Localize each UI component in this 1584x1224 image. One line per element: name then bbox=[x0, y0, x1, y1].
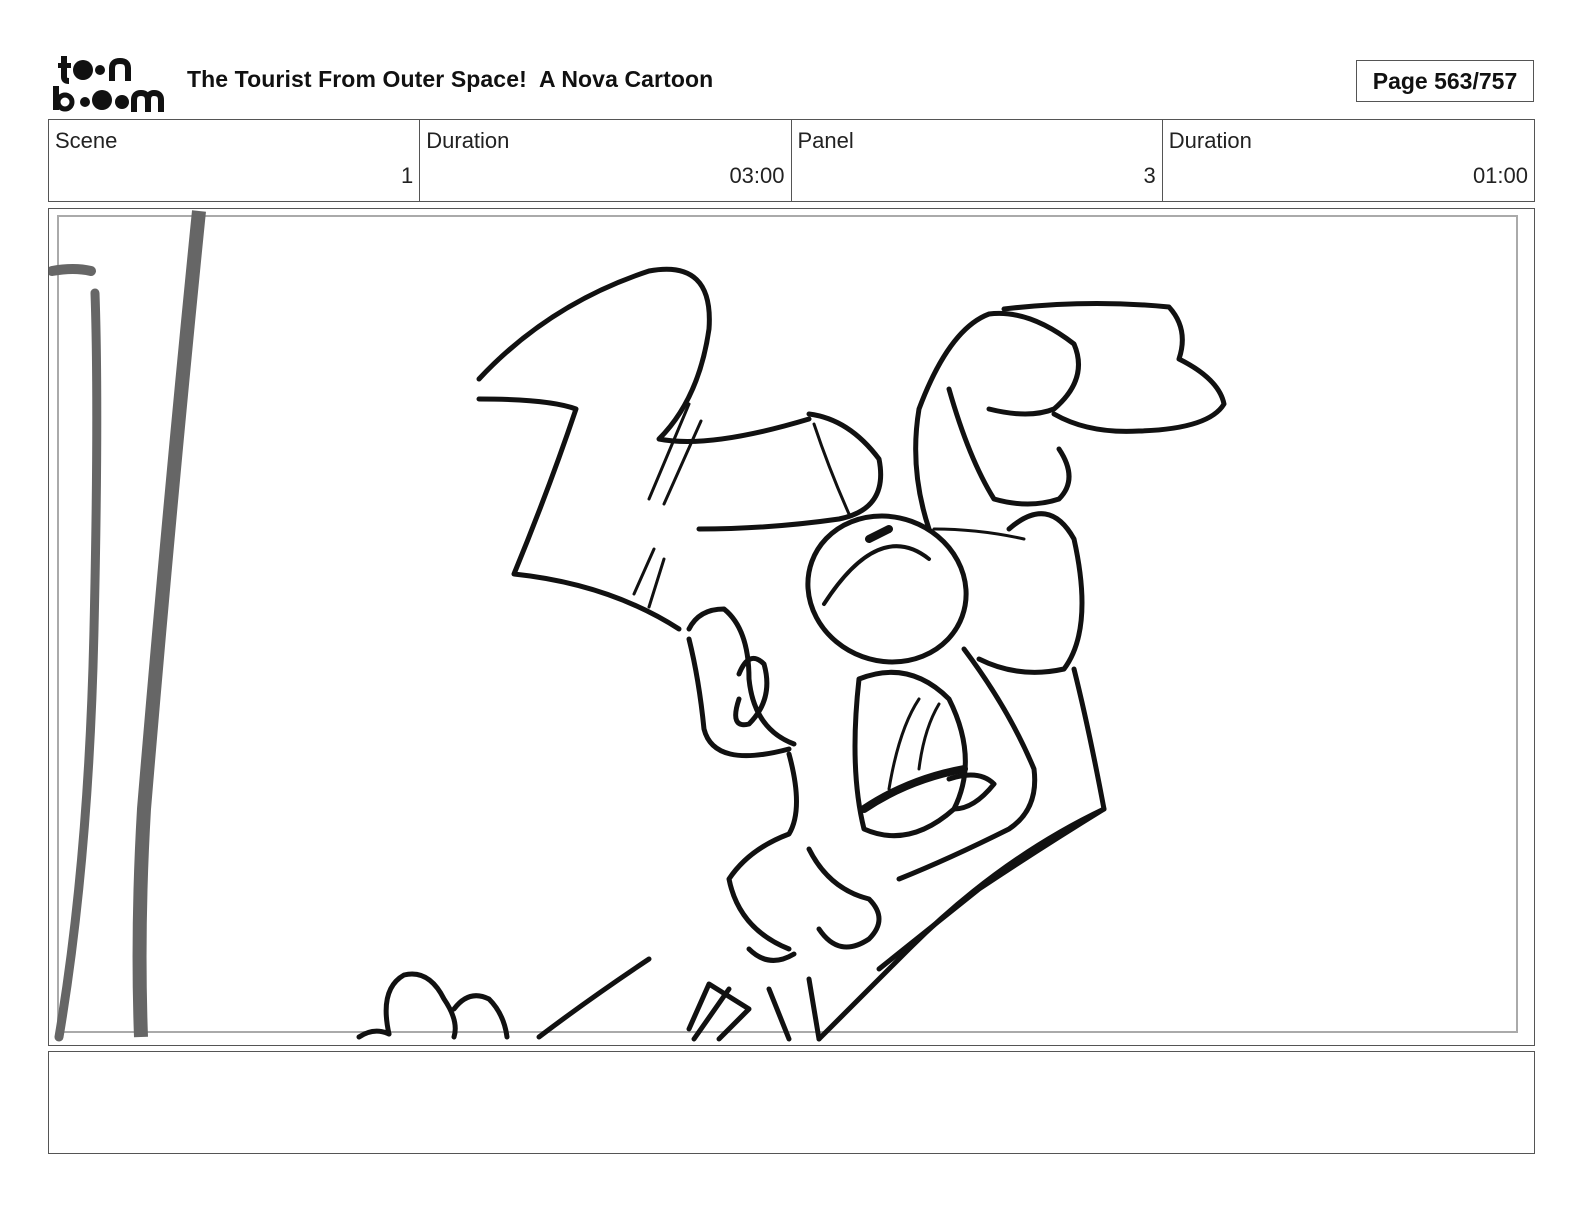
page-indicator: Page 563/757 bbox=[1356, 60, 1534, 102]
toon-boom-logo bbox=[50, 50, 165, 114]
scene-value: 1 bbox=[401, 163, 414, 188]
panel-drawing bbox=[49, 210, 1518, 1042]
scene-cell: Scene 1 bbox=[49, 120, 421, 201]
panel-value: 3 bbox=[1143, 163, 1156, 188]
document-title: The Tourist From Outer Space! A Nova Car… bbox=[187, 66, 714, 92]
panel-notes-box bbox=[48, 1051, 1535, 1154]
scene-duration-value: 03:00 bbox=[729, 163, 785, 188]
scene-duration-cell: Duration 03:00 bbox=[420, 120, 792, 201]
scene-info-table: Scene 1 Duration 03:00 Panel 3 Duration … bbox=[48, 119, 1535, 202]
panel-duration-label: Duration bbox=[1168, 128, 1252, 153]
panel-cell: Panel 3 bbox=[792, 120, 1163, 201]
storyboard-panel bbox=[48, 208, 1535, 1046]
scene-label: Scene bbox=[55, 128, 118, 153]
panel-label: Panel bbox=[797, 128, 854, 153]
scene-duration-label: Duration bbox=[426, 128, 510, 153]
panel-duration-value: 01:00 bbox=[1472, 163, 1528, 188]
panel-duration-cell: Duration 01:00 bbox=[1163, 120, 1534, 201]
